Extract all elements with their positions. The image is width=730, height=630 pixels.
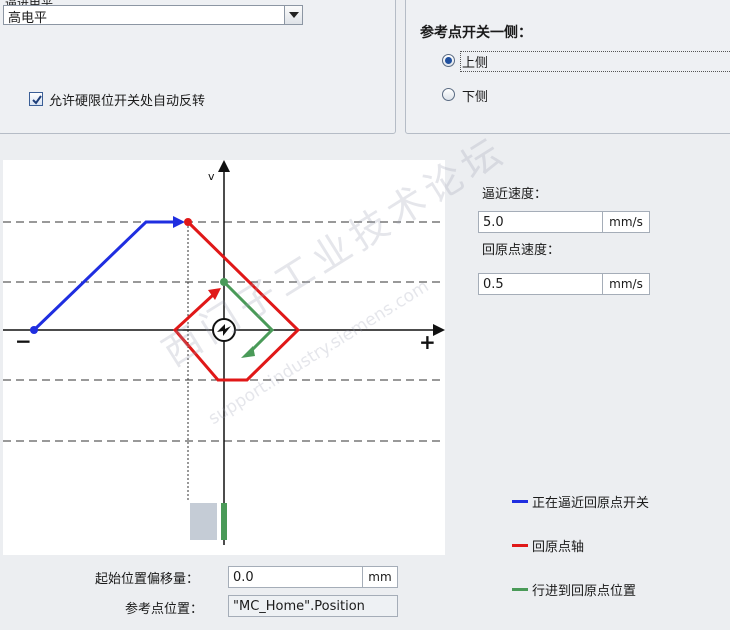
legend-homing-swatch [512,544,528,547]
start-offset-unit: mm [363,566,398,588]
auto-reverse-label: 允许硬限位开关处自动反转 [49,94,206,109]
ref-side-title: 参考点开关一侧： [420,25,532,41]
homing-switch-dot [184,218,192,226]
homing-speed-unit: mm/s [603,273,650,295]
approach-speed-value: 5.0 [483,215,504,230]
radio-lower-label: 下侧 [462,90,489,105]
homing-speed-unit-text: mm/s [609,277,643,291]
plus-label: + [419,330,436,354]
legend-homing-label: 回原点轴 [532,540,585,555]
v-axis-arrow-icon [218,160,230,172]
approach-speed-input[interactable]: 5.0 [478,211,603,233]
approach-speed-unit: mm/s [603,211,650,233]
ref-position-label: 参考点位置： [125,602,204,617]
radio-upper-label: 上侧 [462,56,489,71]
approach-speed-label: 逼近速度： [482,187,548,202]
radio-selected-dot [445,57,452,64]
to-home-arrow-icon [241,346,255,358]
start-offset-unit-text: mm [368,570,392,584]
homing-speed-input[interactable]: 0.5 [478,273,603,295]
legend-approach-swatch [512,500,528,503]
ref-position-value: "MC_Home".Position [233,599,365,614]
home-position-block [221,503,227,540]
start-offset-input[interactable]: 0.0 [228,566,363,588]
radio-upper-button[interactable] [442,54,455,67]
radio-lower-button[interactable] [442,88,455,101]
ref-position-field: "MC_Home".Position [228,595,398,617]
start-offset-value: 0.0 [233,570,254,585]
reference-cam-block [190,503,217,540]
approach-arrow-icon [173,216,185,228]
approach-path [32,220,175,332]
homing-speed-value: 0.5 [483,277,504,292]
radio-upper-side[interactable]: 上侧 [442,51,730,72]
level-group: 逼进电平 高电平 允许硬限位开关处自动反转 [0,0,396,134]
minus-label: − [15,329,32,353]
dropdown-button[interactable] [284,6,302,24]
approach-speed-unit-text: mm/s [609,215,643,229]
auto-reverse-checkbox[interactable] [29,92,43,106]
start-offset-label: 起始位置偏移量： [95,572,200,587]
focus-rect [460,51,730,72]
legend-approach-label: 正在逼近回原点开关 [532,496,650,511]
radio-lower-side[interactable]: 下侧 [442,85,562,105]
level-combobox-value: 高电平 [8,11,48,26]
check-icon [32,95,42,105]
level-combobox[interactable]: 高电平 [3,5,303,26]
legend-to-home-swatch [512,588,528,591]
homing-speed-label: 回原点速度： [482,243,561,258]
v-axis-label: v [208,170,215,183]
legend-to-home-label: 行进到回原点位置 [532,584,637,599]
chevron-down-icon [289,12,299,18]
ref-side-group: 参考点开关一侧： 上侧 下侧 [405,0,730,134]
